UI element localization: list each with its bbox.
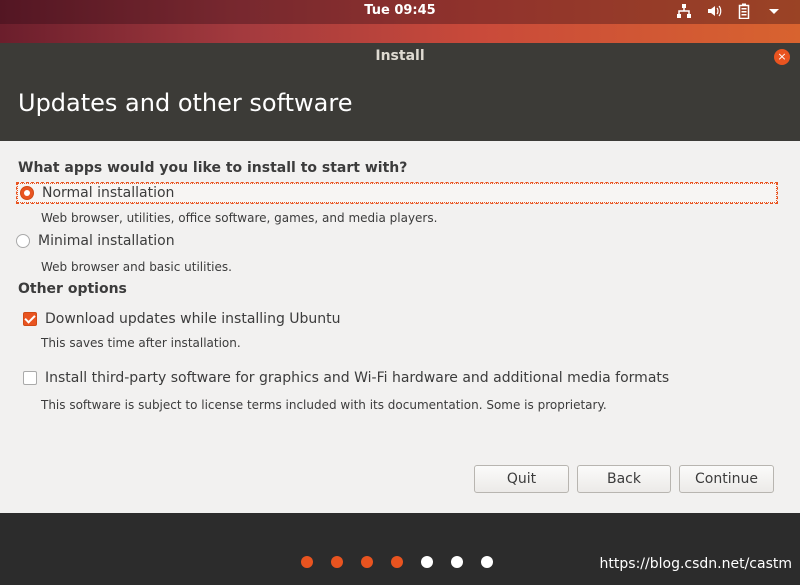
menu-arrow-icon[interactable]	[766, 3, 782, 19]
minimal-installation-label[interactable]: Minimal installation	[38, 233, 175, 249]
install-question-heading: What apps would you like to install to s…	[18, 160, 408, 176]
progress-dot	[301, 556, 313, 568]
download-updates-label[interactable]: Download updates while installing Ubuntu	[45, 311, 341, 327]
progress-dot	[451, 556, 463, 568]
watermark: https://blog.csdn.net/castm	[599, 556, 792, 572]
minimal-installation-description: Web browser and basic utilities.	[41, 260, 232, 274]
progress-dot	[361, 556, 373, 568]
network-icon[interactable]	[676, 3, 692, 19]
progress-dot	[421, 556, 433, 568]
minimal-installation-option[interactable]: Minimal installation	[16, 233, 175, 249]
system-tray	[676, 3, 782, 19]
installer-window: Install × Updates and other software Wha…	[0, 43, 800, 585]
normal-installation-radio[interactable]	[20, 186, 34, 200]
download-updates-description: This saves time after installation.	[41, 336, 241, 350]
quit-button[interactable]: Quit	[474, 465, 569, 493]
progress-dot	[331, 556, 343, 568]
continue-button[interactable]: Continue	[679, 465, 774, 493]
back-button[interactable]: Back	[577, 465, 671, 493]
minimal-installation-radio[interactable]	[16, 234, 30, 248]
progress-footer: https://blog.csdn.net/castm	[0, 513, 800, 585]
window-title: Install	[375, 48, 425, 64]
other-options-heading: Other options	[18, 281, 127, 297]
progress-dot	[391, 556, 403, 568]
page-header: Updates and other software	[0, 71, 800, 141]
progress-dots	[301, 556, 493, 568]
page-title: Updates and other software	[18, 89, 353, 117]
third-party-software-option[interactable]: Install third-party software for graphic…	[23, 370, 669, 386]
third-party-software-label[interactable]: Install third-party software for graphic…	[45, 370, 669, 386]
normal-installation-option[interactable]: Normal installation	[16, 182, 778, 204]
battery-icon[interactable]	[736, 3, 752, 19]
volume-icon[interactable]	[706, 3, 722, 19]
third-party-software-checkbox[interactable]	[23, 371, 37, 385]
main-content: What apps would you like to install to s…	[0, 141, 800, 513]
top-panel: Tue 09:45	[0, 0, 800, 44]
progress-dot	[481, 556, 493, 568]
normal-installation-description: Web browser, utilities, office software,…	[41, 211, 438, 225]
third-party-software-description: This software is subject to license term…	[41, 398, 607, 412]
normal-installation-label[interactable]: Normal installation	[42, 185, 174, 201]
close-icon[interactable]: ×	[774, 49, 790, 65]
title-bar[interactable]: Install ×	[0, 43, 800, 71]
download-updates-checkbox[interactable]	[23, 312, 37, 326]
download-updates-option[interactable]: Download updates while installing Ubuntu	[23, 311, 341, 327]
